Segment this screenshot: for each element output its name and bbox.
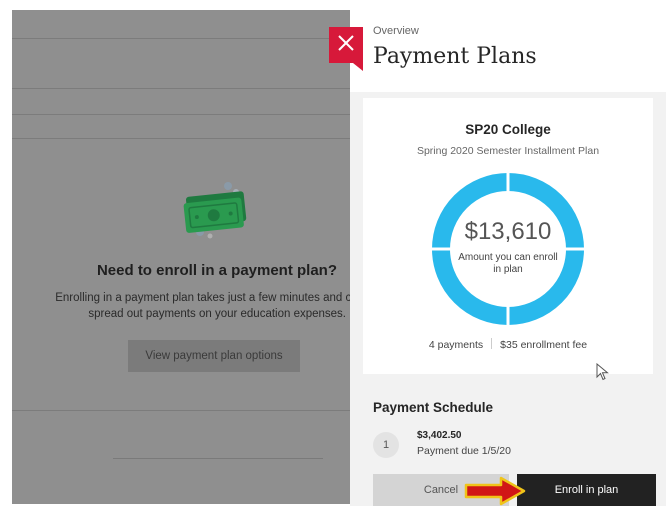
panel-eyebrow: Overview bbox=[373, 25, 419, 37]
plan-name: SP20 College bbox=[465, 122, 551, 137]
description-line: spread out payments on your education ex… bbox=[88, 308, 346, 320]
payments-count: 4 payments bbox=[428, 339, 484, 351]
plan-amount-label: Amount you can enroll in plan bbox=[458, 252, 558, 275]
schedule-item-number: 1 bbox=[373, 432, 399, 458]
divider bbox=[12, 88, 352, 89]
divider bbox=[12, 114, 352, 115]
description-line: Enrolling in a payment plan takes just a… bbox=[55, 292, 364, 304]
schedule-item: 1 $3,402.50 Payment due 1/5/20 bbox=[373, 428, 653, 464]
close-icon[interactable] bbox=[329, 27, 363, 71]
meta-separator bbox=[491, 338, 493, 349]
enroll-in-plan-button[interactable]: Enroll in plan bbox=[517, 474, 656, 506]
screen: Need to enroll in a payment plan? Enroll… bbox=[0, 0, 671, 506]
amount-ring-chart bbox=[431, 172, 585, 326]
panel-header: Overview Payment Plans bbox=[350, 0, 666, 92]
view-plan-options-button[interactable]: View payment plan options bbox=[128, 340, 300, 372]
arrow-right-icon bbox=[464, 476, 526, 506]
money-bills-icon bbox=[183, 182, 247, 239]
plan-meta: 4 payments $35 enrollment fee bbox=[363, 338, 653, 351]
divider bbox=[12, 138, 352, 139]
divider bbox=[12, 410, 352, 411]
payment-schedule-heading: Payment Schedule bbox=[373, 400, 494, 415]
mouse-pointer-icon bbox=[596, 363, 609, 381]
panel-title: Payment Plans bbox=[373, 44, 537, 69]
panel-body: SP20 College Spring 2020 Semester Instal… bbox=[350, 92, 666, 506]
plan-amount: $13,610 bbox=[464, 218, 552, 245]
divider bbox=[12, 38, 352, 39]
payment-plans-panel: Overview Payment Plans SP20 College Spri… bbox=[350, 0, 666, 506]
enrollment-fee: $35 enrollment fee bbox=[500, 339, 588, 351]
schedule-item-due: Payment due 1/5/20 bbox=[417, 445, 511, 457]
plan-card: SP20 College Spring 2020 Semester Instal… bbox=[363, 98, 653, 374]
schedule-item-amount: $3,402.50 bbox=[417, 430, 462, 441]
plan-subtitle: Spring 2020 Semester Installment Plan bbox=[416, 145, 600, 157]
background-button-outline bbox=[113, 458, 323, 469]
